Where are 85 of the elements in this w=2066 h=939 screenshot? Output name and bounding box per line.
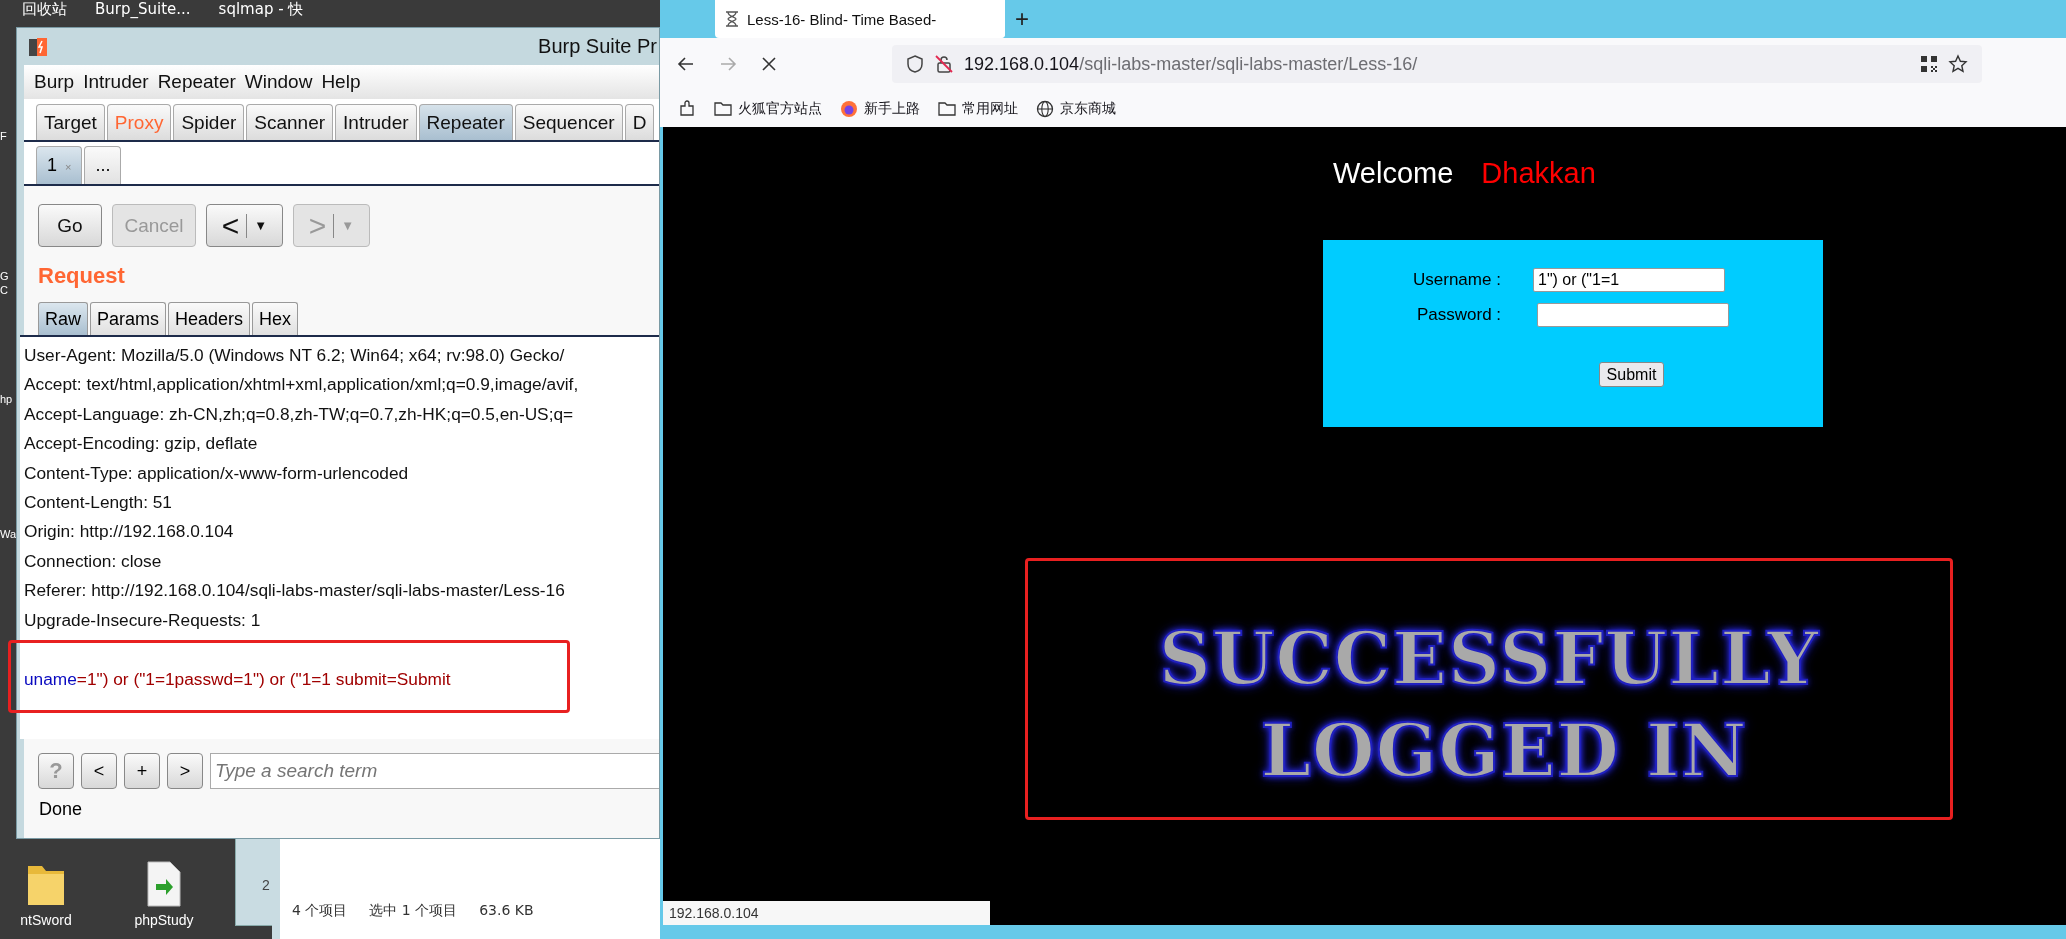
desktop-icon-label[interactable]: phpStudy: [134, 912, 194, 928]
tool-tab[interactable]: Intruder: [335, 104, 417, 140]
success-banner-text: LOGGED IN: [1260, 707, 1748, 795]
menu-item[interactable]: Window: [244, 71, 313, 93]
header-line: Upgrade-Insecure-Requests: 1: [24, 608, 262, 632]
desktop-icon-label[interactable]: ntSword: [20, 912, 72, 928]
menu-item[interactable]: Repeater: [157, 71, 236, 93]
view-tab[interactable]: Params: [90, 302, 167, 335]
status-text: 4 个项目: [292, 902, 348, 920]
star-icon[interactable]: [1948, 54, 1968, 74]
user-name: Dhakkan: [1481, 157, 1596, 190]
view-tab[interactable]: Raw: [38, 302, 88, 335]
welcome-text: Welcome: [1333, 157, 1454, 190]
tool-tab[interactable]: Target: [36, 104, 105, 140]
desktop-icon-label[interactable]: Burp_Suite...: [95, 0, 191, 19]
window-text: 2: [262, 877, 270, 893]
history-button[interactable]: < ▼: [206, 204, 283, 247]
address-bar[interactable]: 192.168.0.104/sqli-labs-master/sqli-labs-master/Less-16/: [892, 45, 1982, 83]
search-nav-button[interactable]: +: [124, 753, 160, 789]
tool-tab[interactable]: Spider: [173, 104, 245, 140]
username-field[interactable]: 1") or ("1=1: [1533, 268, 1725, 292]
search-field[interactable]: Type a search term: [210, 753, 659, 789]
header-line: Connection: close: [24, 549, 163, 573]
submit-button[interactable]: Submit: [1599, 362, 1664, 387]
tool-tab[interactable]: Sequencer: [514, 104, 623, 140]
bookmark[interactable]: 常用网址: [938, 99, 1018, 118]
menu-item[interactable]: Help: [321, 71, 361, 93]
insecure-lock-icon[interactable]: [934, 54, 954, 74]
desktop-icon-label: G: [0, 270, 9, 282]
section-title: Request: [38, 263, 126, 289]
toolbar-button[interactable]: Go: [38, 204, 102, 247]
search-nav-button[interactable]: <: [81, 753, 117, 789]
username-label: Username :: [1413, 270, 1502, 290]
status-text: Done: [39, 799, 84, 820]
header-line: Content-Type: application/x-www-form-urlencoded: [24, 461, 410, 485]
desktop-icon-label[interactable]: 回收站: [22, 0, 67, 19]
view-tab[interactable]: Hex: [252, 302, 299, 335]
request-body-line: uname=1") or ("1=1passwd=1") or ("1=1 submit=Submit: [24, 668, 452, 692]
request-tab[interactable]: ...: [84, 146, 122, 184]
extensions-icon[interactable]: [678, 99, 696, 118]
header-line: Content-Length: 51: [24, 491, 173, 515]
header-line: Accept-Language: zh-CN,zh;q=0.8,zh-TW;q=0.7,zh-HK;q=0.5,en-US;q=: [24, 402, 575, 426]
password-field[interactable]: [1537, 303, 1729, 327]
desktop-icon-label: hp: [0, 393, 13, 405]
folder-icon: [714, 100, 732, 117]
password-label: Password :: [1417, 305, 1503, 325]
tab-title: Less-16- Blind- Time Based-: [747, 10, 937, 28]
hourglass-icon: [725, 11, 739, 27]
desktop-icon-label: Wa: [0, 528, 17, 540]
desktop-icon-label: C: [0, 284, 8, 296]
success-banner-text: SUCCESSFULLY: [1158, 615, 1820, 703]
desktop-icon-label: F: [0, 130, 7, 142]
request-tab[interactable]: 1 ×: [36, 146, 83, 184]
stop-icon[interactable]: [760, 55, 778, 73]
search-nav-button[interactable]: >: [167, 753, 203, 789]
status-text: 63.6 KB: [479, 902, 534, 920]
status-url: 192.168.0.104: [663, 901, 990, 925]
header-line: User-Agent: Mozilla/5.0 (Windows NT 6.2; Win64; x64; rv:98.0) Gecko/: [24, 344, 566, 367]
window-title: Burp Suite Pr: [538, 35, 658, 58]
qr-code-icon[interactable]: [1920, 55, 1938, 73]
url-text: 192.168.0.104/sqli-labs-master/sqli-labs-master/Less-16/: [964, 53, 1418, 75]
tool-tab[interactable]: Repeater: [418, 104, 513, 140]
file-icon[interactable]: [144, 860, 184, 908]
request-editor[interactable]: [20, 335, 659, 739]
bookmark[interactable]: 新手上路: [840, 99, 920, 118]
app-logo-icon: [27, 35, 49, 58]
tool-tab[interactable]: Scanner: [246, 104, 334, 140]
header-line: Accept-Encoding: gzip, deflate: [24, 432, 259, 456]
header-line: Origin: http://192.168.0.104: [24, 520, 235, 544]
browser-tab[interactable]: Less-16- Blind- Time Based-: [715, 0, 1005, 38]
globe-icon: [1036, 99, 1054, 118]
status-text: 选中 1 个项目: [369, 902, 458, 920]
folder-icon: [938, 100, 956, 117]
bookmark[interactable]: 火狐官方站点: [714, 99, 822, 118]
header-line: Referer: http://192.168.0.104/sqli-labs-master/sqli-labs-master/Less-16: [24, 579, 566, 603]
menu-item[interactable]: Intruder: [83, 71, 149, 93]
desktop-icon-label[interactable]: sqlmap - 快: [218, 0, 304, 19]
view-tab[interactable]: Headers: [168, 302, 251, 335]
shield-icon[interactable]: [906, 54, 924, 74]
bookmark[interactable]: 京东商城: [1036, 99, 1116, 118]
tool-tab[interactable]: D: [624, 104, 655, 140]
menu-item[interactable]: Burp: [34, 71, 75, 93]
new-tab-button[interactable]: +: [1015, 5, 1029, 33]
header-line: Accept: text/html,application/xhtml+xml,application/xml;q=0.9,image/avif,: [24, 373, 580, 397]
firefox-icon: [840, 99, 858, 118]
